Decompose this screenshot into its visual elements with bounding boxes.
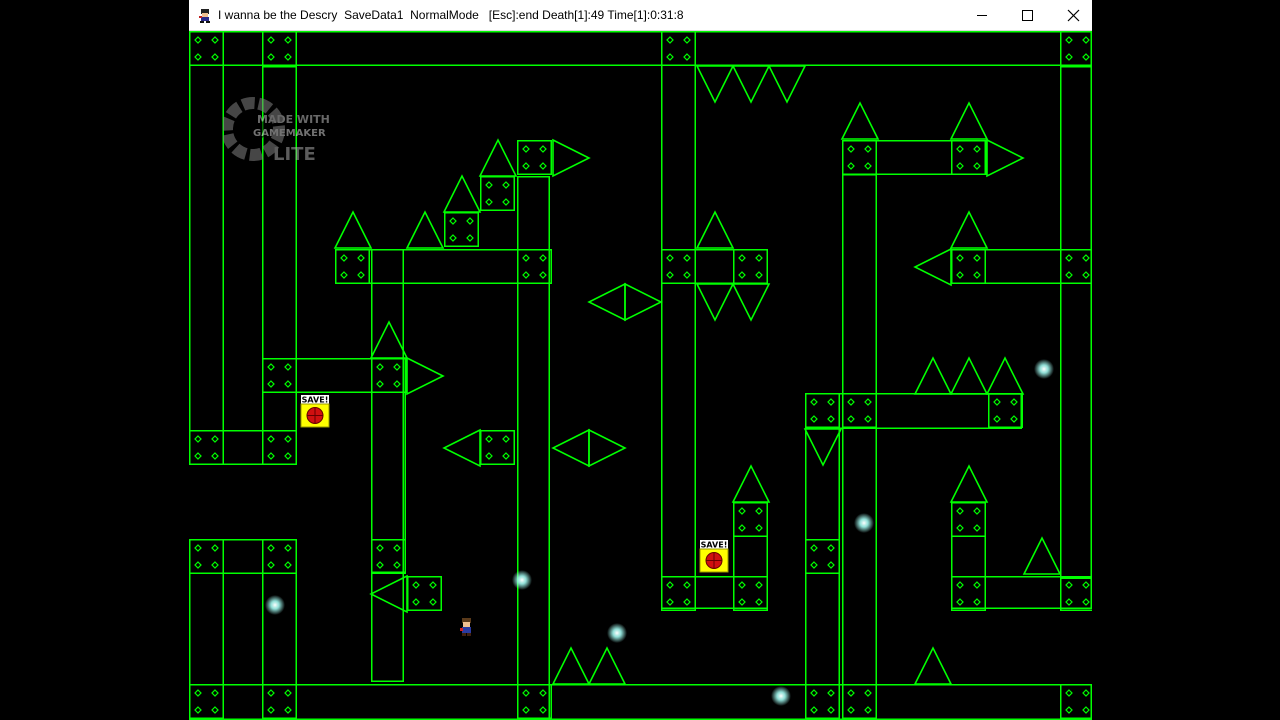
spike: [949, 464, 989, 503]
close-icon: [1067, 9, 1080, 22]
spike: [405, 210, 445, 249]
save-label: SAVE!: [302, 396, 329, 405]
watermark-line2: GAMEMAKER: [253, 128, 326, 139]
spike: [1022, 536, 1062, 575]
save-point[interactable]: SAVE!: [699, 540, 729, 573]
maximize-icon: [1022, 10, 1033, 21]
spike: [624, 282, 663, 322]
game-window: I wanna be the Descry SaveData1 NormalMo…: [189, 0, 1092, 720]
spike: [949, 101, 989, 140]
spike: [731, 65, 771, 104]
spike: [803, 428, 843, 467]
title-bar[interactable]: I wanna be the Descry SaveData1 NormalMo…: [189, 0, 1092, 31]
spike: [731, 464, 771, 503]
spike: [369, 574, 408, 614]
window-title: I wanna be the Descry SaveData1 NormalMo…: [218, 8, 684, 22]
spike: [587, 282, 626, 322]
spike: [333, 210, 373, 249]
spike: [588, 428, 627, 468]
spike: [949, 210, 989, 249]
spike: [913, 356, 953, 395]
gamemaker-lite-watermark: MADE WITH GAMEMAKER LITE: [221, 93, 333, 165]
watermark-line1: MADE WITH: [257, 113, 330, 126]
spike: [695, 283, 735, 322]
spike: [731, 283, 771, 322]
player-kid: [460, 618, 471, 636]
spike: [695, 210, 735, 249]
spike: [913, 247, 952, 287]
spike: [551, 646, 591, 685]
spike: [840, 101, 880, 140]
watermark-line3: LITE: [273, 144, 316, 165]
spike: [406, 356, 445, 396]
kid-app-icon: [199, 9, 210, 23]
spike: [551, 428, 590, 468]
spike: [552, 138, 591, 178]
close-button[interactable]: [1050, 0, 1096, 30]
spike: [985, 356, 1025, 395]
spike: [913, 646, 953, 685]
orb: [771, 686, 791, 706]
minimize-button[interactable]: [959, 0, 1005, 30]
save-point[interactable]: SAVE!: [300, 395, 330, 428]
orb: [854, 513, 874, 533]
minimize-icon: [977, 15, 987, 16]
save-label: SAVE!: [701, 541, 728, 550]
game-canvas[interactable]: SAVE! SAVE! MADE WITH GAMEMAKER LITE: [189, 31, 1092, 720]
orb: [1034, 359, 1054, 379]
spike: [587, 646, 627, 685]
spike: [442, 428, 481, 468]
orb: [512, 570, 532, 590]
spike: [767, 65, 807, 104]
spike: [695, 65, 735, 104]
maximize-button[interactable]: [1005, 0, 1051, 30]
spike: [949, 356, 989, 395]
orb: [265, 595, 285, 615]
save-points: SAVE! SAVE!: [300, 395, 729, 573]
spike: [986, 138, 1025, 178]
spike: [442, 174, 482, 213]
spike: [369, 320, 409, 359]
orb: [607, 623, 627, 643]
spike: [478, 138, 518, 177]
